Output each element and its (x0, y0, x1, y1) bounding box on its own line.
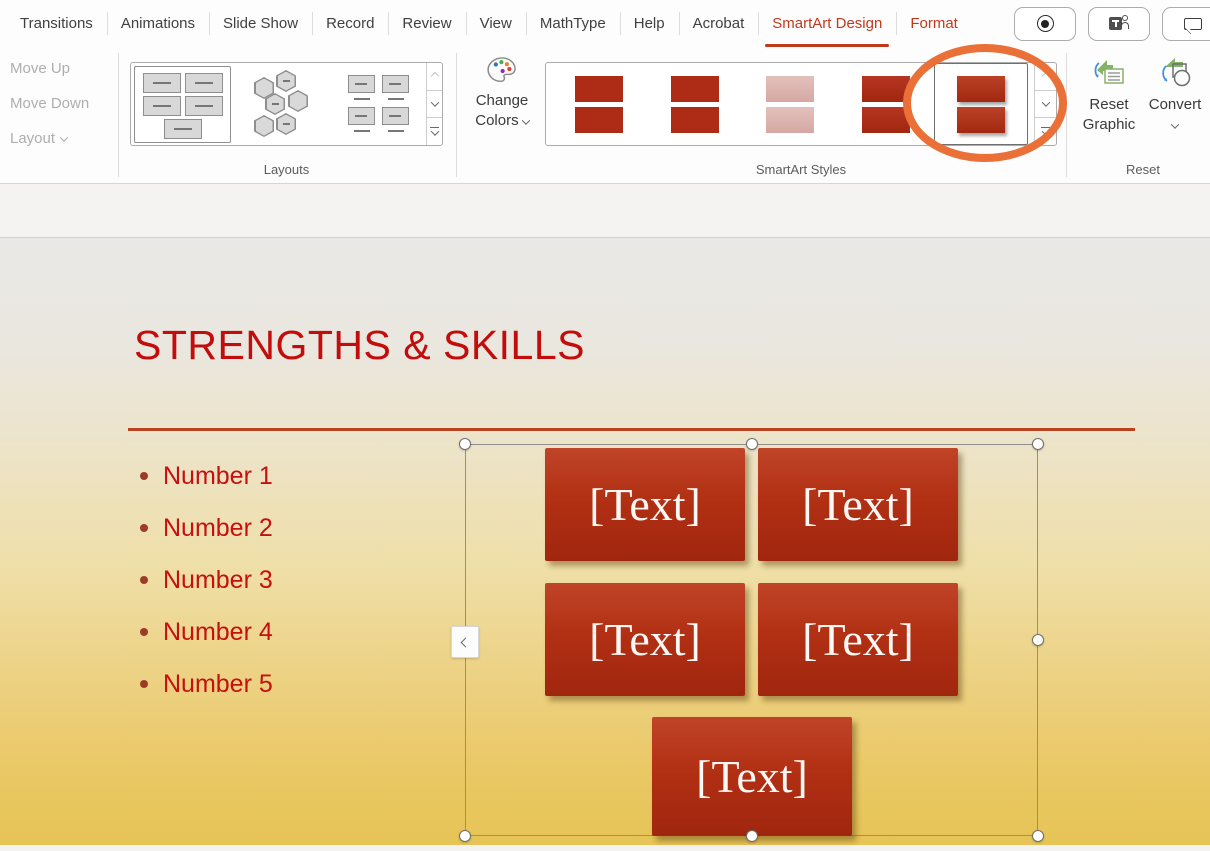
tab-format[interactable]: Format (896, 0, 972, 47)
selection-handle-bottom-left[interactable] (459, 830, 471, 842)
selection-handle-middle-right[interactable] (1032, 634, 1044, 646)
convert-icon (1157, 55, 1193, 89)
smartart-shape-1[interactable]: [Text] (545, 448, 745, 561)
layout-thumbnail-hexagons (252, 69, 310, 139)
style-thumbnail (575, 76, 623, 133)
smartart-style-option-5-selected[interactable] (934, 63, 1028, 145)
smartart-shape-2[interactable]: [Text] (758, 448, 958, 561)
layouts-gallery (130, 62, 443, 146)
comments-button[interactable] (1162, 7, 1210, 41)
group-divider (118, 53, 119, 177)
chevron-down-icon (60, 133, 68, 141)
title-divider-line (128, 428, 1135, 431)
style-thumbnail (957, 76, 1005, 133)
styles-scroll-up-button[interactable] (1035, 63, 1056, 90)
text-pane-toggle-button[interactable] (451, 626, 479, 658)
palette-icon (486, 55, 518, 85)
reset-graphic-button[interactable]: Reset Graphic (1076, 55, 1142, 135)
selection-handle-top-right[interactable] (1032, 438, 1044, 450)
layouts-more-button[interactable] (427, 117, 442, 145)
layouts-scroll-down-button[interactable] (427, 90, 442, 118)
quick-button-group (1014, 0, 1210, 47)
chevron-up-icon (1041, 72, 1049, 80)
smartart-shape-3[interactable]: [Text] (545, 583, 745, 696)
chevron-down-icon (430, 128, 438, 136)
ribbon-tab-bar: Transitions Animations Slide Show Record… (0, 0, 1210, 47)
move-down-button[interactable]: Move Down (10, 95, 89, 112)
chevron-left-icon (460, 637, 470, 647)
move-up-button[interactable]: Move Up (10, 60, 70, 77)
chevron-down-icon (1171, 120, 1179, 128)
style-thumbnail (766, 76, 814, 133)
tab-review[interactable]: Review (388, 0, 465, 47)
tab-view[interactable]: View (466, 0, 526, 47)
bullet-item[interactable]: Number 5 (140, 658, 273, 710)
convert-dropdown-button[interactable]: Convert (1144, 55, 1206, 135)
reset-group-label: Reset (1076, 162, 1210, 177)
tab-animations[interactable]: Animations (107, 0, 209, 47)
teams-icon (1109, 15, 1129, 32)
smartart-style-option-2[interactable] (648, 63, 742, 145)
record-button[interactable] (1014, 7, 1076, 41)
tab-transitions[interactable]: Transitions (6, 0, 107, 47)
slide-title[interactable]: STRENGTHS & SKILLS (134, 322, 585, 369)
group-divider (1066, 53, 1067, 177)
style-thumbnail (671, 76, 719, 133)
slide-canvas[interactable]: STRENGTHS & SKILLS Number 1 Number 2 Num… (0, 237, 1210, 845)
reset-graphic-icon (1091, 55, 1127, 89)
smartart-shape-5[interactable]: [Text] (652, 717, 852, 836)
style-thumbnail (862, 76, 910, 133)
powerpoint-window: Transitions Animations Slide Show Record… (0, 0, 1210, 851)
comment-icon (1184, 18, 1202, 30)
layout-dropdown-button[interactable]: Layout (10, 130, 67, 147)
styles-scroll-down-button[interactable] (1035, 90, 1056, 118)
chevron-down-icon (522, 116, 530, 124)
change-colors-button[interactable]: Change Colors (464, 55, 540, 131)
layouts-group-label: Layouts (130, 162, 443, 177)
chevron-down-icon (430, 98, 438, 106)
tab-acrobat[interactable]: Acrobat (679, 0, 759, 47)
editing-workspace: STRENGTHS & SKILLS Number 1 Number 2 Num… (0, 184, 1210, 851)
selection-handle-bottom-right[interactable] (1032, 830, 1044, 842)
record-icon (1037, 15, 1054, 32)
bullet-list: Number 1 Number 2 Number 3 Number 4 Numb… (140, 450, 273, 710)
layout-option-1[interactable] (134, 66, 231, 143)
tab-help[interactable]: Help (620, 0, 679, 47)
layout-thumbnail-grid (137, 69, 229, 139)
smartart-shape-4[interactable]: [Text] (758, 583, 958, 696)
chevron-up-icon (430, 72, 438, 80)
smartart-styles-group-label: SmartArt Styles (545, 162, 1057, 177)
chevron-down-icon (1041, 128, 1049, 136)
smartart-styles-gallery (545, 62, 1057, 146)
chevron-down-icon (1041, 98, 1049, 106)
tab-slide-show[interactable]: Slide Show (209, 0, 312, 47)
bullet-item[interactable]: Number 2 (140, 502, 273, 554)
styles-gallery-scrollbar (1034, 63, 1056, 145)
selection-handle-bottom-center[interactable] (746, 830, 758, 842)
smartart-style-option-1[interactable] (552, 63, 646, 145)
layouts-gallery-scrollbar (426, 63, 442, 145)
smartart-style-option-4[interactable] (839, 63, 933, 145)
bullet-item[interactable]: Number 3 (140, 554, 273, 606)
selection-handle-top-center[interactable] (746, 438, 758, 450)
smartart-style-option-3[interactable] (743, 63, 837, 145)
layouts-scroll-up-button[interactable] (427, 63, 442, 90)
layout-thumbnail-pictures (348, 71, 410, 137)
tab-smartart-design[interactable]: SmartArt Design (758, 0, 896, 47)
styles-more-button[interactable] (1035, 117, 1056, 145)
teams-share-button[interactable] (1088, 7, 1150, 41)
ribbon: Move Up Move Down Layout (0, 47, 1210, 184)
layout-option-3[interactable] (331, 66, 426, 143)
group-divider (456, 53, 457, 177)
selection-handle-top-left[interactable] (459, 438, 471, 450)
bullet-item[interactable]: Number 4 (140, 606, 273, 658)
layout-option-2[interactable] (231, 66, 331, 143)
bullet-item[interactable]: Number 1 (140, 450, 273, 502)
tab-record[interactable]: Record (312, 0, 388, 47)
tab-mathtype[interactable]: MathType (526, 0, 620, 47)
